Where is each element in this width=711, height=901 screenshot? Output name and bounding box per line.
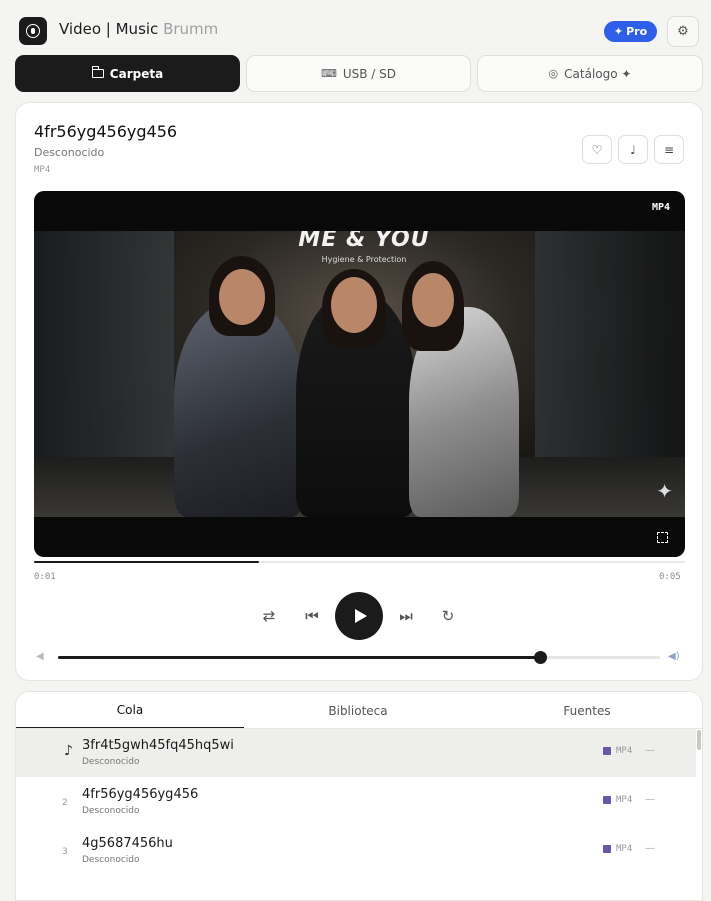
row-duration: — bbox=[645, 843, 655, 854]
lyrics-button[interactable]: ♩ bbox=[618, 135, 648, 164]
row-format-label: MP4 bbox=[616, 844, 633, 854]
tab-usb-sd[interactable]: ⌨ USB / SD bbox=[246, 55, 471, 92]
music-note-icon: ♩ bbox=[630, 142, 636, 157]
row-format-label: MP4 bbox=[616, 746, 633, 756]
settings-icon: ⚙ bbox=[677, 24, 689, 39]
play-icon bbox=[354, 609, 367, 623]
skip-back-icon: ⏮ bbox=[305, 607, 319, 625]
seek-bar-fill bbox=[34, 561, 259, 563]
tab-catalogo[interactable]: ◎ Catálogo ✦ bbox=[477, 55, 703, 92]
player-card: 4fr56yg456yg456 Desconocido MP4 ♡ ♩ ≡ MP… bbox=[15, 102, 703, 681]
shuffle-button[interactable]: ⇄ bbox=[256, 603, 282, 629]
app-header: Video | Music Brumm ✦ Pro ⚙ bbox=[0, 0, 711, 56]
video-frame: ME & YOU Hygiene & Protection ✦ bbox=[34, 231, 685, 517]
volume-fill bbox=[58, 656, 540, 659]
row-format: MP4 bbox=[603, 746, 632, 756]
track-artist: Desconocido bbox=[34, 146, 105, 159]
fullscreen-icon[interactable] bbox=[657, 532, 668, 543]
app-title-text: Video | Music bbox=[59, 20, 159, 38]
tab-fuentes[interactable]: Fuentes bbox=[473, 692, 701, 729]
tab-biblioteca-label: Biblioteca bbox=[328, 703, 388, 718]
volume-knob[interactable] bbox=[533, 651, 547, 664]
repeat-button[interactable]: ↻ bbox=[435, 603, 461, 629]
logo-icon bbox=[26, 24, 40, 38]
film-icon bbox=[603, 845, 611, 853]
play-button[interactable] bbox=[335, 592, 383, 640]
tab-catalogo-label: Catálogo ✦ bbox=[564, 66, 632, 81]
track-format: MP4 bbox=[34, 165, 51, 175]
volume-low-icon[interactable]: ◀ bbox=[36, 651, 44, 662]
tab-carpeta-label: Carpeta bbox=[109, 66, 164, 81]
pro-button[interactable]: ✦ Pro bbox=[604, 21, 657, 42]
store-sign: ME & YOU bbox=[298, 231, 430, 252]
app-subtitle: Brumm bbox=[163, 20, 219, 38]
row-duration: — bbox=[645, 745, 655, 756]
volume-slider[interactable] bbox=[58, 651, 660, 664]
repeat-icon: ↻ bbox=[441, 607, 455, 625]
track-title: 4fr56yg456yg456 bbox=[34, 122, 178, 141]
skip-forward-icon: ⏭ bbox=[399, 607, 413, 625]
tab-cola-label: Cola bbox=[116, 702, 144, 717]
tab-usb-label: USB / SD bbox=[342, 66, 397, 81]
current-time: 0:01 bbox=[34, 572, 56, 582]
sparkle-watermark-icon: ✦ bbox=[656, 479, 673, 503]
queue-scrollbar[interactable] bbox=[697, 730, 701, 750]
settings-button[interactable]: ⚙ bbox=[667, 16, 699, 47]
next-button[interactable]: ⏭ bbox=[393, 603, 419, 629]
queue-row[interactable]: ♪ 3fr4t5gwh45fq45hq5wi Desconocido MP4 — bbox=[16, 729, 696, 777]
seek-bar[interactable] bbox=[34, 561, 685, 563]
row-artist: Desconocido bbox=[82, 806, 140, 816]
tab-fuentes-label: Fuentes bbox=[563, 703, 611, 718]
queue-panel: Cola Biblioteca Fuentes ♪ 3fr4t5gwh45fq4… bbox=[15, 691, 703, 901]
now-playing-icon: ♪ bbox=[64, 743, 73, 759]
queue-row[interactable]: 2 4fr56yg456yg456 Desconocido MP4 — bbox=[16, 778, 696, 826]
row-number: 3 bbox=[62, 847, 68, 857]
tab-carpeta[interactable]: Carpeta bbox=[15, 55, 240, 92]
shuffle-icon: ⇄ bbox=[262, 607, 276, 625]
previous-button[interactable]: ⏮ bbox=[299, 603, 325, 629]
row-format-label: MP4 bbox=[616, 795, 633, 805]
row-artist: Desconocido bbox=[82, 855, 140, 865]
pro-label: Pro bbox=[626, 25, 648, 38]
film-icon bbox=[603, 796, 611, 804]
usb-icon: ⌨ bbox=[320, 67, 337, 80]
row-format: MP4 bbox=[603, 795, 632, 805]
volume-high-icon[interactable]: ◀) bbox=[668, 651, 680, 662]
video-player[interactable]: MP4 ME & YOU Hygiene & Protection ✦ bbox=[34, 191, 685, 557]
row-number: 2 bbox=[62, 798, 68, 808]
row-title: 3fr4t5gwh45fq45hq5wi bbox=[82, 738, 234, 753]
row-duration: — bbox=[645, 794, 655, 805]
check-circle-icon: ◎ bbox=[548, 67, 559, 80]
tab-biblioteca[interactable]: Biblioteca bbox=[244, 692, 472, 729]
store-sign-sub: Hygiene & Protection bbox=[321, 255, 407, 264]
folder-icon bbox=[91, 66, 104, 78]
app-logo bbox=[19, 17, 47, 45]
row-artist: Desconocido bbox=[82, 757, 140, 767]
favorite-button[interactable]: ♡ bbox=[582, 135, 612, 164]
menu-button[interactable]: ≡ bbox=[654, 135, 684, 164]
app-title: Video | Music Brumm bbox=[59, 20, 218, 38]
row-format: MP4 bbox=[603, 844, 632, 854]
total-time: 0:05 bbox=[659, 572, 681, 582]
film-icon bbox=[603, 747, 611, 755]
tab-cola[interactable]: Cola bbox=[16, 692, 244, 729]
menu-icon: ≡ bbox=[663, 142, 675, 157]
row-title: 4g5687456hu bbox=[82, 836, 173, 851]
sparkle-icon: ✦ bbox=[613, 25, 624, 38]
row-title: 4fr56yg456yg456 bbox=[82, 787, 199, 802]
queue-row[interactable]: 3 4g5687456hu Desconocido MP4 — bbox=[16, 827, 696, 875]
heart-icon: ♡ bbox=[591, 142, 603, 157]
video-format-badge: MP4 bbox=[651, 202, 670, 213]
